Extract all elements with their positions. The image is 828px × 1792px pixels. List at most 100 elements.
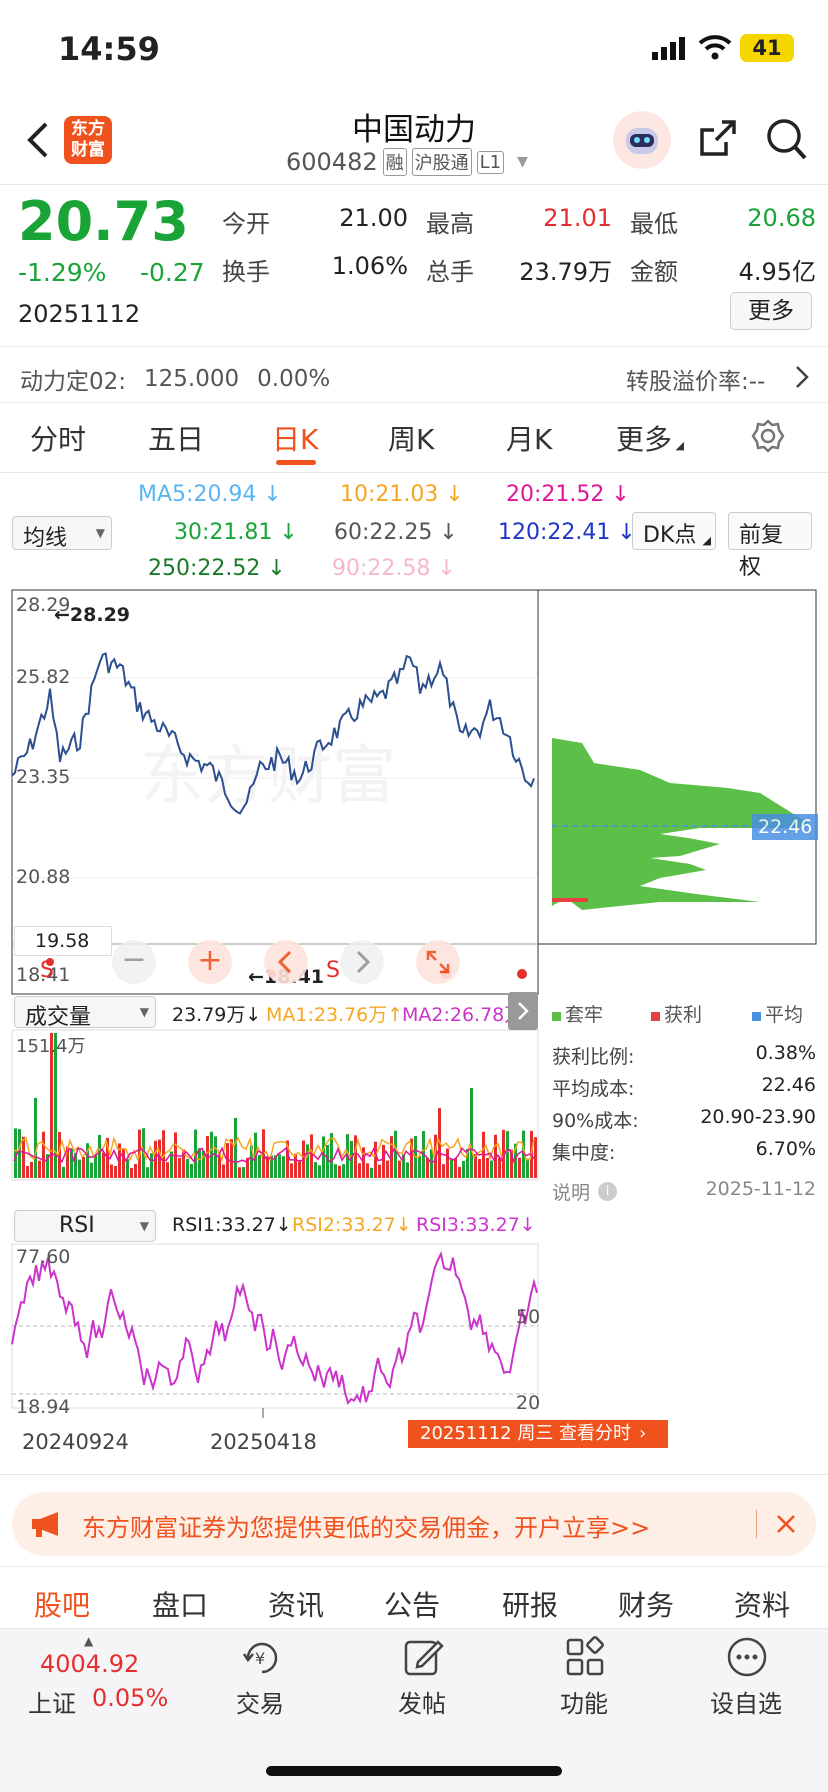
date-tooltip-text: 20251112 周三 查看分时 xyxy=(420,1423,632,1444)
fullscreen-button[interactable] xyxy=(416,940,460,984)
volume-bar xyxy=(442,1164,445,1178)
legend-profit-text: 获利 xyxy=(664,1004,703,1026)
volume-bar xyxy=(518,1157,521,1178)
volume-bar xyxy=(326,1144,329,1178)
volume-bar xyxy=(166,1162,169,1178)
expand-panel-button[interactable] xyxy=(508,992,538,1030)
volume-bar xyxy=(498,1157,501,1178)
move-right-button[interactable] xyxy=(340,940,384,984)
volume-bar xyxy=(42,1131,45,1178)
tab-guba[interactable]: 股吧 xyxy=(34,1584,90,1624)
post-label[interactable]: 发帖 xyxy=(398,1684,446,1719)
rsi-select[interactable]: RSI ▼ xyxy=(14,1210,156,1242)
close-icon[interactable] xyxy=(774,1512,798,1536)
volume-bar xyxy=(130,1167,133,1178)
volume-bar xyxy=(334,1164,337,1178)
chip-note[interactable]: 说明 i xyxy=(552,1178,618,1205)
zoom-in-button[interactable]: + xyxy=(188,940,232,984)
volume-bar xyxy=(22,1136,25,1178)
volume-bar xyxy=(506,1131,509,1178)
ma120-value: 120:22.41 ↓ xyxy=(498,520,636,545)
trade-icon[interactable]: ¥ xyxy=(240,1636,284,1678)
turnover-value: 1.06% xyxy=(331,252,408,280)
volume-bar xyxy=(30,1161,33,1178)
rsi3-text: RSI3:33.27 xyxy=(416,1214,520,1236)
stock-code-row[interactable]: 600482 融 沪股通 L1 ▼ xyxy=(286,148,528,176)
chip-stat-value: 0.38% xyxy=(755,1042,816,1064)
avg-cost-tag: 22.46 xyxy=(752,814,819,840)
volume-bar xyxy=(322,1136,325,1178)
ma250-value: 250:22.52 ↓ xyxy=(148,556,286,581)
trade-label[interactable]: 交易 xyxy=(236,1684,284,1719)
move-left-button[interactable] xyxy=(264,940,308,984)
info-icon: i xyxy=(598,1182,618,1201)
share-icon[interactable] xyxy=(696,116,740,160)
volume-bar xyxy=(34,1097,37,1178)
volume-bar xyxy=(486,1158,489,1178)
function-label[interactable]: 功能 xyxy=(560,1684,608,1719)
ma-select-label: 均线 xyxy=(23,526,68,551)
search-icon[interactable] xyxy=(764,116,808,162)
chevron-right-icon[interactable] xyxy=(794,364,810,390)
settings-icon[interactable] xyxy=(750,418,786,454)
index-value[interactable]: 4004.92 xyxy=(40,1650,139,1678)
ma-select[interactable]: 均线 ▼ xyxy=(12,516,112,551)
tab-zixun[interactable]: 资讯 xyxy=(268,1584,324,1624)
dropdown-icon: ▼ xyxy=(139,1219,149,1233)
volume-bar xyxy=(478,1159,481,1178)
legend-average-text: 平均 xyxy=(765,1004,804,1026)
bond-row[interactable]: 动力定02: 125.000 0.00% xyxy=(20,362,330,396)
tab-caiwu[interactable]: 财务 xyxy=(618,1584,674,1624)
divider xyxy=(756,1510,757,1538)
volume-bar xyxy=(354,1135,357,1178)
adjust-select[interactable]: 前复权 xyxy=(728,512,812,580)
volume-select[interactable]: 成交量 ▼ xyxy=(14,996,156,1030)
tab-wuri[interactable]: 五日 xyxy=(148,418,204,458)
tag-hgt: 沪股通 xyxy=(411,148,472,176)
red-swatch xyxy=(651,1012,661,1021)
rsi-min-label: 18.94 xyxy=(16,1396,71,1418)
tab-ziliao[interactable]: 资料 xyxy=(734,1584,790,1624)
open-label: 今开 xyxy=(222,210,270,238)
zoom-out-button[interactable]: − xyxy=(112,940,156,984)
volume-bar xyxy=(450,1158,453,1178)
chip-stat-label: 90%成本: xyxy=(552,1110,639,1132)
volume-bar xyxy=(454,1158,457,1178)
volume-bar xyxy=(110,1164,113,1178)
volume-bar xyxy=(26,1165,29,1178)
legend-trapped-text: 套牢 xyxy=(565,1004,604,1026)
kline-chart[interactable]: 东方财富 xyxy=(0,588,828,1468)
promo-banner[interactable]: 东方财富证券为您提供更低的交易佣金，开户立享>> xyxy=(12,1492,816,1556)
x-axis-start: 20240924 xyxy=(22,1430,129,1454)
tab-pankou[interactable]: 盘口 xyxy=(152,1584,208,1624)
volume-ma1: MA1:23.76万↑ xyxy=(266,1004,404,1026)
tab-gonggao[interactable]: 公告 xyxy=(384,1584,440,1624)
active-tab-indicator xyxy=(276,460,316,465)
tab-zhouk[interactable]: 周K xyxy=(388,418,434,458)
robot-assistant-icon[interactable] xyxy=(612,110,672,170)
dk-point-select[interactable]: DK点 ◢ xyxy=(632,512,716,550)
tab-yuek[interactable]: 月K xyxy=(506,418,552,458)
volume-bar xyxy=(90,1162,93,1178)
home-indicator xyxy=(266,1766,562,1776)
volume-bar xyxy=(378,1164,381,1178)
ma20-text: 20:21.52 xyxy=(506,482,605,507)
function-icon[interactable] xyxy=(564,1636,606,1678)
volume-bar xyxy=(18,1129,21,1178)
change-amt: -0.27 xyxy=(140,258,205,287)
tab-more[interactable]: 更多 ◢ xyxy=(616,418,684,458)
max-price-marker: ←28.29 xyxy=(54,604,131,626)
ma60-text: 60:22.25 xyxy=(334,520,433,545)
post-icon[interactable] xyxy=(402,1636,444,1678)
tab-fenshi[interactable]: 分时 xyxy=(30,418,86,458)
ma10-text: 10:21.03 xyxy=(340,482,439,507)
add-watchlist-label[interactable]: 设自选 xyxy=(710,1684,782,1719)
volume-bar xyxy=(150,1153,153,1178)
volume-bar xyxy=(78,1159,81,1178)
date-tooltip-button[interactable]: 20251112 周三 查看分时 › xyxy=(408,1420,668,1448)
add-watchlist-icon[interactable] xyxy=(726,1636,768,1678)
more-button[interactable]: 更多 xyxy=(730,292,812,330)
tab-rik[interactable]: 日K xyxy=(272,418,318,458)
rsi1-text: RSI1:33.27 xyxy=(172,1214,276,1236)
tab-yanbao[interactable]: 研报 xyxy=(502,1584,558,1624)
